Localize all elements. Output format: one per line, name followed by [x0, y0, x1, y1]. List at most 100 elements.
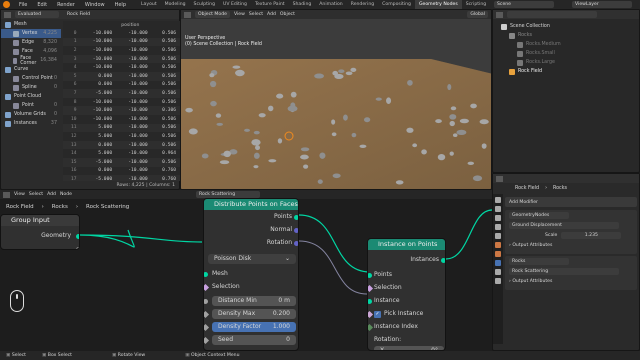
tab-layout[interactable]: Layout — [137, 0, 161, 9]
modifier2-node-group[interactable]: Rock Scattering — [505, 266, 637, 276]
viewport-menu-add[interactable]: Add — [267, 12, 276, 17]
normal-output-socket[interactable] — [294, 228, 298, 233]
group-input-node[interactable]: Group Input Geometry — [0, 214, 80, 250]
world-icon[interactable] — [495, 242, 501, 248]
table-cell: -10.000 — [128, 47, 148, 53]
tab-uv-editing[interactable]: UV Editing — [219, 0, 251, 9]
tab-scripting[interactable]: Scripting — [462, 0, 490, 9]
tree-edge[interactable]: Edge 8,320 — [1, 38, 61, 47]
menu-help[interactable]: Help — [110, 2, 131, 8]
outliner-rocks-large[interactable]: Rocks.Large — [497, 58, 637, 67]
instances-output-socket[interactable] — [441, 258, 445, 263]
viewport-menu-object[interactable]: Object — [280, 12, 295, 17]
pick-instance-checkbox[interactable]: ✓ Pick Instance — [374, 308, 423, 320]
density-factor-field[interactable]: Density Factor 1.000 — [212, 322, 296, 332]
tree-control-point[interactable]: Control Point 0 — [1, 74, 61, 83]
mesh-input-socket[interactable] — [204, 272, 208, 277]
particles-icon[interactable] — [495, 269, 501, 275]
tree-volume-grids[interactable]: Volume Grids 0 — [1, 110, 61, 119]
tool-icon[interactable] — [495, 197, 501, 203]
object-mode-selector[interactable]: Object Mode — [195, 11, 230, 18]
instance-on-points-node[interactable]: Instance on Points Instances Points Sele… — [367, 238, 446, 351]
blender-logo-icon[interactable] — [3, 1, 10, 8]
checkbox-checked-icon[interactable]: ✓ — [374, 310, 381, 318]
outliner-scene-collection[interactable]: Scene Collection — [497, 22, 637, 31]
instance-index-socket[interactable] — [368, 323, 374, 332]
distance-min-socket[interactable] — [204, 299, 208, 304]
modifier2-output-attributes[interactable]: › Output Attributes — [505, 276, 637, 286]
tree-curve[interactable]: Curve — [1, 65, 61, 74]
seed-socket[interactable] — [204, 336, 210, 345]
outliner-rocks[interactable]: Rocks — [497, 31, 637, 40]
viewport-3d[interactable]: Object Mode View Select Add Object Globa… — [180, 9, 492, 190]
viewport-menu-select[interactable]: Select — [249, 12, 263, 17]
render-icon[interactable] — [495, 206, 501, 212]
tree-face-corner[interactable]: Face Corner 16,384 — [1, 56, 61, 66]
viewport-editor-icon[interactable] — [184, 11, 191, 18]
density-max-field[interactable]: Density Max 0.200 — [212, 309, 296, 319]
spreadsheet-editor-icon[interactable] — [4, 11, 11, 18]
node-editor[interactable]: View Select Add Node Rock Scattering Roc… — [0, 190, 492, 351]
tree-instances[interactable]: Instances 37 — [1, 119, 61, 128]
rotation-output-socket[interactable] — [294, 241, 298, 246]
distribution-method-dropdown[interactable]: Poisson Disk ⌄ — [208, 254, 296, 264]
rock-instance — [456, 129, 467, 136]
distance-min-field[interactable]: Distance Min 0 m — [212, 296, 296, 306]
outliner-rock-field[interactable]: Rock Field — [497, 67, 637, 76]
geometry-output-socket[interactable] — [76, 234, 79, 239]
tree-spline[interactable]: Spline 0 — [1, 83, 61, 92]
outliner-editor-icon[interactable] — [496, 11, 503, 18]
view-layer-icon[interactable] — [495, 224, 501, 230]
distribute-title: Distribute Points on Faces — [204, 199, 298, 210]
orientation-selector[interactable]: Global — [467, 11, 488, 18]
outliner-rocks-medium[interactable]: Rocks.Medium — [497, 40, 637, 49]
seed-field[interactable]: Seed 0 — [212, 335, 296, 345]
tab-compositing[interactable]: Compositing — [378, 0, 415, 9]
menu-render[interactable]: Render — [52, 2, 80, 8]
tab-rendering[interactable]: Rendering — [347, 0, 378, 9]
tree-vertex[interactable]: Vertex 4,225 — [1, 29, 61, 38]
scale-field[interactable]: 1.235 — [561, 231, 622, 239]
instance-input-socket[interactable] — [368, 299, 372, 304]
scene-selector[interactable]: Scene — [494, 1, 554, 8]
modifier-wrench-icon[interactable] — [495, 260, 501, 266]
view-layer-selector[interactable]: ViewLayer — [572, 1, 632, 8]
tree-point-cloud[interactable]: Point Cloud — [1, 92, 61, 101]
modifier1-node-group[interactable]: Ground Displacement — [505, 220, 637, 230]
pick-instance-socket[interactable] — [368, 310, 374, 319]
menu-file[interactable]: File — [14, 2, 32, 8]
menu-edit[interactable]: Edit — [32, 2, 52, 8]
tab-texture-paint[interactable]: Texture Paint — [251, 0, 289, 9]
selection-input-socket[interactable] — [204, 283, 210, 292]
rock-instance — [319, 152, 326, 159]
evaluated-selector[interactable]: Evaluated — [15, 11, 59, 18]
tree-point[interactable]: Point 0 — [1, 101, 61, 110]
tab-animation[interactable]: Animation — [315, 0, 346, 9]
points-output-socket[interactable] — [294, 215, 298, 220]
tab-sculpting[interactable]: Sculpting — [190, 0, 219, 9]
tree-mesh[interactable]: Mesh — [1, 20, 61, 29]
modifier1-output-attributes[interactable]: › Output Attributes — [505, 240, 637, 250]
distribute-points-node[interactable]: Distribute Points on Faces Points Normal… — [203, 198, 299, 351]
tab-shading[interactable]: Shading — [289, 0, 316, 9]
density-factor-socket[interactable] — [204, 323, 210, 332]
modifier2-header[interactable]: Rocks — [505, 256, 637, 266]
properties-editor-icon[interactable] — [496, 175, 503, 182]
points-input-socket[interactable] — [368, 273, 372, 278]
column-header-position[interactable]: position — [81, 21, 180, 29]
viewport-menu-view[interactable]: View — [234, 12, 245, 17]
outliner-search[interactable] — [507, 11, 597, 18]
modifier1-header[interactable]: GeometryNodes — [505, 210, 637, 220]
density-max-socket[interactable] — [204, 310, 210, 319]
menu-window[interactable]: Window — [80, 2, 110, 8]
row-index: 6 — [73, 82, 77, 88]
output-icon[interactable] — [495, 215, 501, 221]
tab-geometry-nodes[interactable]: Geometry Nodes — [414, 0, 462, 9]
add-modifier-button[interactable]: Add Modifier — [505, 197, 637, 207]
outliner-rocks-small[interactable]: Rocks.Small — [497, 49, 637, 58]
object-icon[interactable] — [495, 251, 501, 257]
physics-icon[interactable] — [495, 278, 501, 284]
selection-input-socket-2[interactable] — [368, 284, 374, 293]
scene-icon[interactable] — [495, 233, 501, 239]
tab-modeling[interactable]: Modeling — [161, 0, 190, 9]
